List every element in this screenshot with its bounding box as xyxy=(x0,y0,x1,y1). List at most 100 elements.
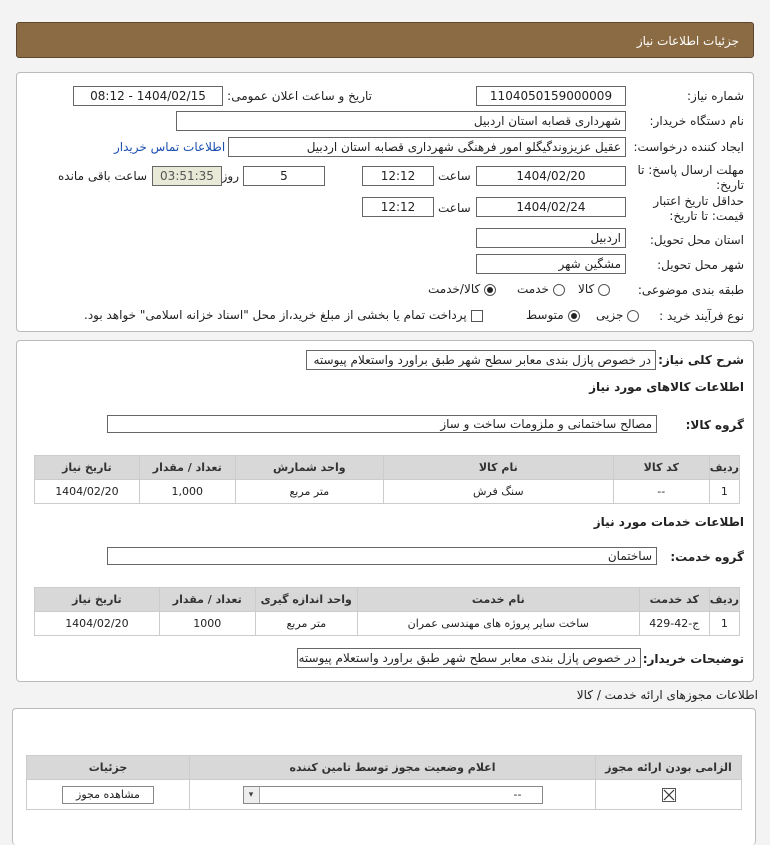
goods-col-row: ردیف xyxy=(708,455,741,480)
permits-cell-status: ▾ -- xyxy=(189,779,596,810)
permits-table: الزامی بودن ارائه مجوز اعلام وضعیت مجوز … xyxy=(26,755,742,810)
announce-label: تاریخ و ساعت اعلان عمومی: xyxy=(227,89,372,103)
desc-label: شرح کلی نیاز: xyxy=(658,353,744,367)
services-header-row: ردیف کد خدمت نام خدمت واحد اندازه گیری ت… xyxy=(34,587,741,612)
category-label: طبقه بندی موضوعی: xyxy=(637,283,744,297)
services-group-label: گروه خدمت: xyxy=(670,550,744,564)
services-col-row: ردیف xyxy=(708,587,741,612)
need-number-label: شماره نیاز: xyxy=(687,89,744,103)
permits-cell-required xyxy=(595,779,742,810)
goods-cell-name: سنگ فرش xyxy=(382,479,614,504)
services-cell-name: ساخت سایر پروژه های مهندسی عمران xyxy=(356,611,640,636)
goods-cell-qty: 1,000 xyxy=(138,479,236,504)
process-label: نوع فرآیند خرید : xyxy=(659,309,744,323)
goods-col-unit: واحد شمارش xyxy=(234,455,384,480)
services-col-date: تاریخ نیاز xyxy=(34,587,160,612)
buyer-notes-label: توضیحات خریدار: xyxy=(642,652,744,666)
days-field: 5 xyxy=(243,166,325,186)
view-permit-button[interactable]: مشاهده مجوز xyxy=(62,785,154,804)
city-label: شهر محل تحویل: xyxy=(657,258,744,272)
validity-time-label: ساعت xyxy=(438,201,471,215)
desc-field: در خصوص پازل بندی معابر سطح شهر طبق براو… xyxy=(306,350,656,370)
permits-col-status: اعلام وضعیت مجوز توسط تامین کننده xyxy=(189,755,596,780)
contact-buyer-link[interactable]: اطلاعات تماس خریدار xyxy=(114,140,225,154)
goods-cell-date: 1404/02/20 xyxy=(34,479,140,504)
deadline-time-field: 12:12 xyxy=(362,166,434,186)
creator-label: ایجاد کننده درخواست: xyxy=(633,140,744,154)
permit-status-select[interactable]: ▾ -- xyxy=(242,785,543,804)
goods-cell-unit: متر مربع xyxy=(234,479,384,504)
remaining-time-field: 03:51:35 xyxy=(152,166,222,186)
buyer-label: نام دستگاه خریدار: xyxy=(649,114,745,128)
services-col-qty: تعداد / مقدار xyxy=(158,587,256,612)
goods-header-row: ردیف کد کالا نام کالا واحد شمارش تعداد /… xyxy=(34,455,741,480)
creator-field: عقیل عزیزوندگیگلو امور فرهنگی شهرداری قص… xyxy=(228,137,626,157)
permits-cell-details: مشاهده مجوز xyxy=(26,779,190,810)
deadline-time-label: ساعت xyxy=(438,169,471,183)
validity-label: حداقل تاریخ اعتبار قیمت: تا تاریخ: xyxy=(653,194,744,223)
permits-header-row: الزامی بودن ارائه مجوز اعلام وضعیت مجوز … xyxy=(26,755,742,780)
deadline-date-field: 1404/02/20 xyxy=(476,166,626,186)
radio-goods[interactable] xyxy=(598,283,611,296)
goods-group-field: مصالح ساختمانی و ملزومات ساخت و ساز xyxy=(107,415,657,433)
need-number-field: 1104050159000009 xyxy=(476,86,626,106)
buyer-field: شهرداری قصابه استان اردبیل xyxy=(176,111,626,131)
deadline-label: مهلت ارسال پاسخ: تا تاریخ: xyxy=(637,163,744,192)
radio-both[interactable] xyxy=(484,283,497,296)
goods-col-date: تاریخ نیاز xyxy=(34,455,140,480)
treasury-checkbox[interactable] xyxy=(470,309,483,322)
radio-medium[interactable] xyxy=(567,309,580,322)
permits-title: اطلاعات مجوزهای ارائه خدمت / کالا xyxy=(576,688,758,702)
select-arrow-icon: ▾ xyxy=(243,786,260,803)
goods-group-label: گروه کالا: xyxy=(685,418,744,432)
permits-col-details: جزئیات xyxy=(26,755,190,780)
goods-section-title: اطلاعات کالاهای مورد نیاز xyxy=(589,380,744,394)
cat-opt2-label: خدمت xyxy=(517,282,549,296)
announce-field: 1404/02/15 - 08:12 xyxy=(73,86,223,106)
process-option-medium[interactable]: متوسط xyxy=(526,308,580,322)
services-section-title: اطلاعات خدمات مورد نیاز xyxy=(593,515,744,529)
treasury-note: پرداخت تمام یا بخشی از مبلغ خرید،از محل … xyxy=(84,308,467,322)
cat-opt3-label: کالا/خدمت xyxy=(428,282,481,296)
services-col-unit: واحد اندازه گیری xyxy=(254,587,358,612)
proc-opt2-label: متوسط xyxy=(526,308,564,322)
validity-date-field: 1404/02/24 xyxy=(476,197,626,217)
goods-col-code: کد کالا xyxy=(612,455,710,480)
proc-opt1-label: جزیی xyxy=(596,308,624,322)
services-cell-qty: 1000 xyxy=(158,611,256,636)
services-cell-row: 1 xyxy=(708,611,741,636)
table-row: ▾ -- مشاهده مجوز xyxy=(26,779,742,810)
goods-cell-row: 1 xyxy=(708,479,741,504)
category-option-both[interactable]: کالا/خدمت xyxy=(428,282,497,296)
services-group-field: ساختمان xyxy=(107,547,657,565)
permit-status-value: -- xyxy=(513,787,522,801)
page-title: جزئیات اطلاعات نیاز xyxy=(636,34,739,48)
cat-opt1-label: کالا xyxy=(578,282,595,296)
province-field: اردبیل xyxy=(476,228,626,248)
category-option-goods[interactable]: کالا xyxy=(578,282,611,296)
treasury-option[interactable]: پرداخت تمام یا بخشی از مبلغ خرید،از محل … xyxy=(84,308,483,322)
goods-cell-code: -- xyxy=(612,479,710,504)
remaining-label: ساعت باقی مانده xyxy=(58,169,148,183)
validity-time-field: 12:12 xyxy=(362,197,434,217)
services-col-name: نام خدمت xyxy=(356,587,640,612)
services-cell-unit: متر مربع xyxy=(254,611,358,636)
permits-col-required: الزامی بودن ارائه مجوز xyxy=(595,755,742,780)
radio-minor[interactable] xyxy=(627,309,640,322)
goods-col-name: نام کالا xyxy=(382,455,614,480)
services-table: ردیف کد خدمت نام خدمت واحد اندازه گیری ت… xyxy=(34,587,741,636)
radio-service[interactable] xyxy=(552,283,565,296)
goods-col-qty: تعداد / مقدار xyxy=(138,455,236,480)
table-row: 1 ج-42-429 ساخت سایر پروژه های مهندسی عم… xyxy=(34,611,741,636)
category-option-service[interactable]: خدمت xyxy=(517,282,565,296)
city-field: مشگین شهر xyxy=(476,254,626,274)
buyer-notes-field: در خصوص پازل بندی معابر سطح شهر طبق براو… xyxy=(297,648,641,668)
services-cell-code: ج-42-429 xyxy=(638,611,710,636)
table-row: 1 -- سنگ فرش متر مربع 1,000 1404/02/20 xyxy=(34,479,741,504)
checkbox-checked-icon xyxy=(661,787,676,802)
services-col-code: کد خدمت xyxy=(638,587,710,612)
page-header: جزئیات اطلاعات نیاز xyxy=(16,22,754,58)
goods-table: ردیف کد کالا نام کالا واحد شمارش تعداد /… xyxy=(34,455,741,504)
services-cell-date: 1404/02/20 xyxy=(34,611,160,636)
process-option-minor[interactable]: جزیی xyxy=(596,308,640,322)
